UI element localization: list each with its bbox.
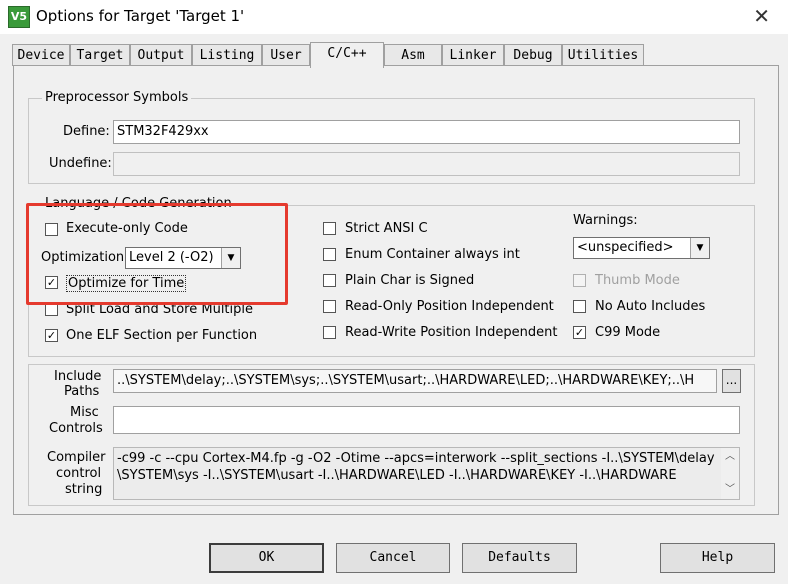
- optimization-label: Optimization:: [41, 250, 129, 265]
- ro-position-label: Read-Only Position Independent: [345, 299, 554, 314]
- split-load-store-label: Split Load and Store Multiple: [66, 302, 253, 317]
- preprocessor-group-label: Preprocessor Symbols: [42, 90, 192, 105]
- rw-position-label: Read-Write Position Independent: [345, 325, 558, 340]
- enum-container-checkbox[interactable]: [323, 248, 336, 261]
- close-icon[interactable]: ✕: [753, 4, 770, 28]
- split-load-store-checkbox[interactable]: [45, 303, 58, 316]
- one-elf-section-label: One ELF Section per Function: [66, 328, 258, 343]
- one-elf-section-checkbox[interactable]: ✓: [45, 329, 58, 342]
- strict-ansi-label: Strict ANSI C: [345, 221, 428, 236]
- misc-controls-label-2: Controls: [49, 421, 103, 436]
- scroll-down-icon[interactable]: ﹀: [721, 481, 739, 499]
- thumb-mode-label: Thumb Mode: [595, 273, 680, 288]
- compiler-string-line-1: -c99 -c --cpu Cortex-M4.fp -g -O2 -Otime…: [117, 451, 718, 466]
- optimize-for-time-checkbox[interactable]: ✓: [45, 276, 58, 289]
- plain-char-checkbox[interactable]: [323, 274, 336, 287]
- ro-position-checkbox[interactable]: [323, 300, 336, 313]
- tab-user[interactable]: User: [262, 44, 310, 66]
- tab-utilities[interactable]: Utilities: [562, 44, 644, 66]
- tab-linker[interactable]: Linker: [442, 44, 504, 66]
- scroll-up-icon[interactable]: ︿: [721, 448, 739, 466]
- optimize-for-time-label: Optimize for Time: [66, 275, 187, 292]
- keil-app-icon: V5: [8, 6, 30, 28]
- chevron-down-icon: ▼: [690, 238, 709, 258]
- tab-output[interactable]: Output: [130, 44, 192, 66]
- compiler-string-label-3: string: [65, 482, 103, 497]
- execute-only-label: Execute-only Code: [66, 221, 188, 236]
- include-paths-label-2: Paths: [64, 384, 100, 399]
- misc-controls-input[interactable]: [113, 406, 740, 434]
- help-button[interactable]: Help: [660, 543, 775, 573]
- no-auto-includes-checkbox[interactable]: [573, 300, 586, 313]
- define-label: Define:: [63, 124, 110, 139]
- compiler-string-scrollbar[interactable]: ︿ ﹀: [721, 448, 739, 499]
- include-paths-input[interactable]: ..\SYSTEM\delay;..\SYSTEM\sys;..\SYSTEM\…: [113, 369, 717, 393]
- tab-device[interactable]: Device: [12, 44, 70, 66]
- include-paths-label-1: Include: [54, 369, 102, 384]
- undefine-input[interactable]: [113, 152, 740, 176]
- tab-asm[interactable]: Asm: [384, 44, 442, 66]
- tab-listing[interactable]: Listing: [192, 44, 262, 66]
- warnings-value: <unspecified>: [577, 240, 674, 255]
- execute-only-checkbox[interactable]: [45, 223, 58, 236]
- no-auto-includes-label: No Auto Includes: [595, 299, 706, 314]
- c99-mode-checkbox[interactable]: ✓: [573, 326, 586, 339]
- defaults-button[interactable]: Defaults: [462, 543, 577, 573]
- optimization-select[interactable]: Level 2 (-O2) ▼: [125, 247, 241, 269]
- tab-c-cpp[interactable]: C/C++: [310, 42, 384, 68]
- include-paths-browse-button[interactable]: ...: [722, 369, 741, 393]
- warnings-select[interactable]: <unspecified> ▼: [573, 237, 710, 259]
- tab-strip: Device Target Output Listing User C/C++ …: [12, 42, 780, 68]
- cancel-button[interactable]: Cancel: [336, 543, 450, 573]
- language-group-label: Language / Code Generation: [42, 196, 235, 211]
- enum-container-label: Enum Container always int: [345, 247, 520, 262]
- misc-controls-label-1: Misc: [70, 405, 99, 420]
- compiler-string-line-2: \SYSTEM\sys -I..\SYSTEM\usart -I..\HARDW…: [117, 468, 677, 483]
- compiler-control-string[interactable]: -c99 -c --cpu Cortex-M4.fp -g -O2 -Otime…: [113, 447, 740, 500]
- c99-mode-label: C99 Mode: [595, 325, 661, 340]
- window-title: Options for Target 'Target 1': [36, 7, 245, 25]
- warnings-label: Warnings:: [573, 213, 638, 228]
- compiler-string-label-1: Compiler: [47, 450, 106, 465]
- chevron-down-icon: ▼: [221, 248, 240, 268]
- ok-button[interactable]: OK: [209, 543, 324, 573]
- define-input[interactable]: STM32F429xx: [113, 120, 740, 144]
- strict-ansi-checkbox[interactable]: [323, 222, 336, 235]
- optimization-value: Level 2 (-O2): [129, 250, 214, 265]
- tab-target[interactable]: Target: [70, 44, 130, 66]
- plain-char-label: Plain Char is Signed: [345, 273, 475, 288]
- title-bar: V5 Options for Target 'Target 1' ✕: [0, 0, 788, 34]
- rw-position-checkbox[interactable]: [323, 326, 336, 339]
- tab-debug[interactable]: Debug: [504, 44, 562, 66]
- thumb-mode-checkbox[interactable]: [573, 274, 586, 287]
- compiler-string-label-2: control: [56, 466, 102, 481]
- undefine-label: Undefine:: [49, 156, 112, 171]
